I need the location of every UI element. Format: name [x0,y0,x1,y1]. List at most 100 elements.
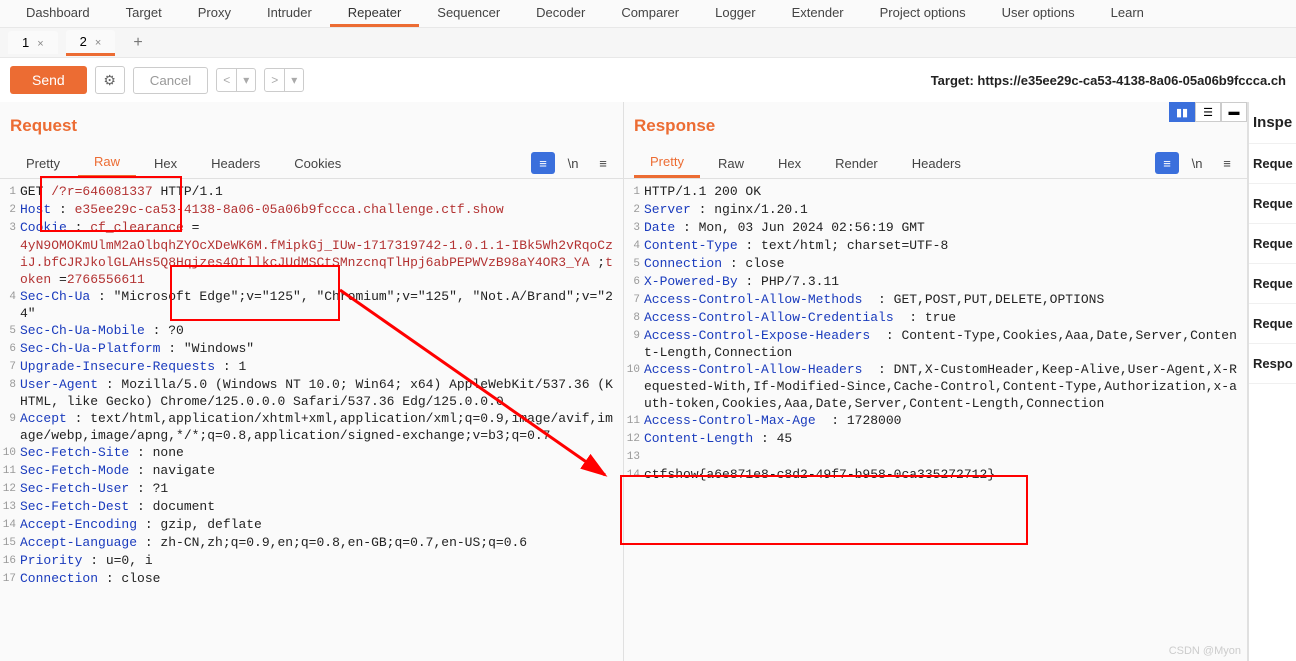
line-number: 1 [624,183,644,201]
newline-icon[interactable]: \n [1185,152,1209,174]
main-tab-extender[interactable]: Extender [774,0,862,27]
response-viewer[interactable]: 1HTTP/1.1 200 OK2Server : nginx/1.20.13D… [624,179,1247,661]
code-line: 14Accept-Encoding : gzip, deflate [0,516,623,534]
line-text: Host : e35ee29c-ca53-4138-8a06-05a06b9fc… [20,201,623,219]
line-text: Accept-Encoding : gzip, deflate [20,516,623,534]
chevron-right-icon: > [265,69,285,91]
close-icon[interactable]: × [95,37,101,49]
code-line: 11Sec-Fetch-Mode : navigate [0,462,623,480]
inspector-section[interactable]: Reque [1249,224,1296,264]
repeater-tab-1[interactable]: 1× [8,31,58,54]
line-number: 7 [0,358,20,376]
view-tab-raw[interactable]: Raw [78,148,136,178]
inspector-section[interactable]: Reque [1249,144,1296,184]
main-tab-project-options[interactable]: Project options [862,0,984,27]
add-tab-button[interactable]: + [127,34,148,52]
line-number: 5 [624,255,644,273]
gear-icon: ⚙ [103,72,116,89]
line-text: Date : Mon, 03 Jun 2024 02:56:19 GMT [644,219,1247,237]
code-line: 10Sec-Fetch-Site : none [0,444,623,462]
chevron-left-icon: < [217,69,237,91]
line-number: 12 [0,480,20,498]
line-text: Access-Control-Max-Age : 1728000 [644,412,1247,430]
cancel-button[interactable]: Cancel [133,67,209,94]
view-tab-render[interactable]: Render [819,150,894,177]
layout-rows-icon[interactable]: ☰ [1195,102,1221,122]
line-text: Sec-Fetch-User : ?1 [20,480,623,498]
line-text: HTTP/1.1 200 OK [644,183,1247,201]
main-tab-user-options[interactable]: User options [984,0,1093,27]
code-line: 12Content-Length : 45 [624,430,1247,448]
target-label: Target: https://e35ee29c-ca53-4138-8a06-… [931,73,1286,88]
line-number: 1 [0,183,20,201]
main-tab-intruder[interactable]: Intruder [249,0,330,27]
line-text: Upgrade-Insecure-Requests : 1 [20,358,623,376]
code-line: 5Sec-Ch-Ua-Mobile : ?0 [0,322,623,340]
line-number: 11 [0,462,20,480]
line-text: 4yN9OMOKmUlmM2aOlbqhZYOcXDeWK6M.fMipkGj_… [20,237,623,288]
inspector-section[interactable]: Inspe [1249,102,1296,144]
main-tab-learn[interactable]: Learn [1093,0,1162,27]
view-tab-raw[interactable]: Raw [702,150,760,177]
view-tab-headers[interactable]: Headers [195,150,276,177]
line-number: 5 [0,322,20,340]
view-tab-headers[interactable]: Headers [896,150,977,177]
code-line: 1HTTP/1.1 200 OK [624,183,1247,201]
line-number: 8 [0,376,20,410]
menu-icon[interactable]: ≡ [1215,152,1239,174]
view-tab-hex[interactable]: Hex [138,150,193,177]
line-number: 2 [624,201,644,219]
send-button[interactable]: Send [10,66,87,94]
main-tab-repeater[interactable]: Repeater [330,0,419,27]
main-split: Request PrettyRawHexHeadersCookies≡\n≡ 1… [0,102,1296,661]
response-title: Response [634,116,715,135]
code-line: 2Host : e35ee29c-ca53-4138-8a06-05a06b9f… [0,201,623,219]
inspector-section[interactable]: Reque [1249,184,1296,224]
request-editor[interactable]: 1GET /?r=646081337 HTTP/1.12Host : e35ee… [0,179,623,661]
format-icon[interactable]: ≡ [1155,152,1179,174]
layout-columns-icon[interactable]: ▮▮ [1169,102,1195,122]
main-tab-logger[interactable]: Logger [697,0,773,27]
line-text: Sec-Ch-Ua-Platform : "Windows" [20,340,623,358]
inspector-section[interactable]: Reque [1249,304,1296,344]
line-text: Connection : close [20,570,623,588]
line-text: Sec-Ch-Ua : "Microsoft Edge";v="125", "C… [20,288,623,322]
inspector-section[interactable]: Reque [1249,264,1296,304]
line-text: Access-Control-Allow-Headers : DNT,X-Cus… [644,361,1247,412]
main-tab-dashboard[interactable]: Dashboard [8,0,108,27]
format-icon[interactable]: ≡ [531,152,555,174]
line-text: Sec-Fetch-Site : none [20,444,623,462]
response-panel: ▮▮ ☰ ▬ Response PrettyRawHexRenderHeader… [624,102,1248,661]
settings-button[interactable]: ⚙ [95,66,125,94]
line-text [644,448,1247,466]
line-number: 10 [624,361,644,412]
view-tab-hex[interactable]: Hex [762,150,817,177]
repeater-sub-tabs: 1× 2× + [0,28,1296,58]
main-nav-tabs: DashboardTargetProxyIntruderRepeaterSequ… [0,0,1296,28]
view-tab-pretty[interactable]: Pretty [634,148,700,178]
main-tab-target[interactable]: Target [108,0,180,27]
main-tab-comparer[interactable]: Comparer [603,0,697,27]
main-tab-decoder[interactable]: Decoder [518,0,603,27]
close-icon[interactable]: × [37,38,43,50]
repeater-tab-2[interactable]: 2× [66,30,116,56]
view-tab-pretty[interactable]: Pretty [10,150,76,177]
code-line: 4Sec-Ch-Ua : "Microsoft Edge";v="125", "… [0,288,623,322]
history-back-group[interactable]: < ▾ [216,68,256,92]
watermark: CSDN @Myon [1169,645,1241,657]
menu-icon[interactable]: ≡ [591,152,615,174]
line-number: 9 [0,410,20,444]
chevron-down-icon: ▾ [237,69,255,91]
newline-icon[interactable]: \n [561,152,585,174]
line-number: 6 [624,273,644,291]
layout-single-icon[interactable]: ▬ [1221,102,1247,122]
main-tab-sequencer[interactable]: Sequencer [419,0,518,27]
inspector-section[interactable]: Respo [1249,344,1296,384]
history-forward-group[interactable]: > ▾ [264,68,304,92]
code-line: 11Access-Control-Max-Age : 1728000 [624,412,1247,430]
code-line: 3Date : Mon, 03 Jun 2024 02:56:19 GMT [624,219,1247,237]
view-tab-cookies[interactable]: Cookies [278,150,357,177]
main-tab-proxy[interactable]: Proxy [180,0,249,27]
code-line: 5Connection : close [624,255,1247,273]
line-text: Accept : text/html,application/xhtml+xml… [20,410,623,444]
